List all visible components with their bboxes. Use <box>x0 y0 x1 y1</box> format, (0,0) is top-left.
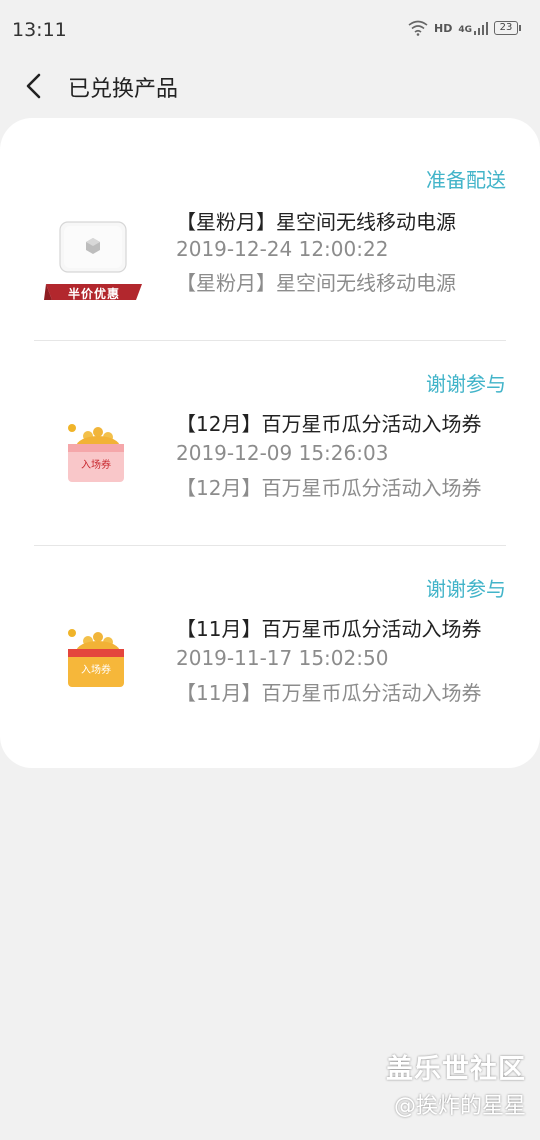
item-description: 【星粉月】星空间无线移动电源 <box>176 271 456 295</box>
watermark-author: @挨炸的星星 <box>393 1094 526 1119</box>
ticket-thumbnail: 入场券 <box>42 410 146 510</box>
network-gen-label: 4G <box>458 25 472 35</box>
item-time: 2019-12-24 12:00:22 <box>176 237 389 261</box>
status-time: 13:11 <box>12 19 67 41</box>
signal-icon <box>474 22 488 35</box>
product-thumbnail: 半价优惠 <box>42 210 146 310</box>
battery-icon: 23 <box>494 21 521 35</box>
watermark: 盖乐世社区 @挨炸的星星 <box>386 1047 526 1120</box>
item-time: 2019-11-17 15:02:50 <box>176 646 389 670</box>
item-status[interactable]: 谢谢参与 <box>426 368 506 397</box>
hd-indicator: HD <box>434 21 453 35</box>
item-description: 【11月】百万星币瓜分活动入场券 <box>176 681 482 705</box>
item-title: 【11月】百万星币瓜分活动入场券 <box>176 617 482 641</box>
item-description: 【12月】百万星币瓜分活动入场券 <box>176 476 482 500</box>
discount-badge-text: 半价优惠 <box>67 287 120 301</box>
status-icons: HD 4G 23 <box>408 20 521 36</box>
redeemed-products-card: 准备配送 半价优惠 【星粉月】星空间无线移动电源 2019-12-24 12:0… <box>0 118 540 768</box>
list-item[interactable]: 谢谢参与 入场券 【12月】百万星币瓜分活动入场券 2019-12-09 15:… <box>0 340 540 545</box>
wifi-icon <box>408 20 428 36</box>
back-button[interactable] <box>20 70 52 102</box>
watermark-brand: 盖乐世社区 <box>386 1054 526 1085</box>
page-title: 已兑换产品 <box>68 77 179 102</box>
list-item[interactable]: 谢谢参与 入场券 【11月】百万星币瓜分活动入场券 2019-11-17 15:… <box>0 545 540 750</box>
network-indicator: 4G <box>458 21 488 35</box>
ticket-badge-text: 入场券 <box>81 460 111 471</box>
ticket-thumbnail: 入场券 <box>42 615 146 715</box>
item-time: 2019-12-09 15:26:03 <box>176 441 389 465</box>
item-status[interactable]: 准备配送 <box>426 164 506 193</box>
item-status[interactable]: 谢谢参与 <box>426 573 506 602</box>
list-item[interactable]: 准备配送 半价优惠 【星粉月】星空间无线移动电源 2019-12-24 12:0… <box>0 118 540 323</box>
ticket-badge-text: 入场券 <box>81 665 111 676</box>
header: 已兑换产品 <box>0 62 540 110</box>
item-title: 【12月】百万星币瓜分活动入场券 <box>176 412 482 436</box>
item-title: 【星粉月】星空间无线移动电源 <box>176 210 456 234</box>
status-bar: 13:11 HD 4G 23 <box>0 0 540 62</box>
chevron-left-icon <box>26 73 41 99</box>
